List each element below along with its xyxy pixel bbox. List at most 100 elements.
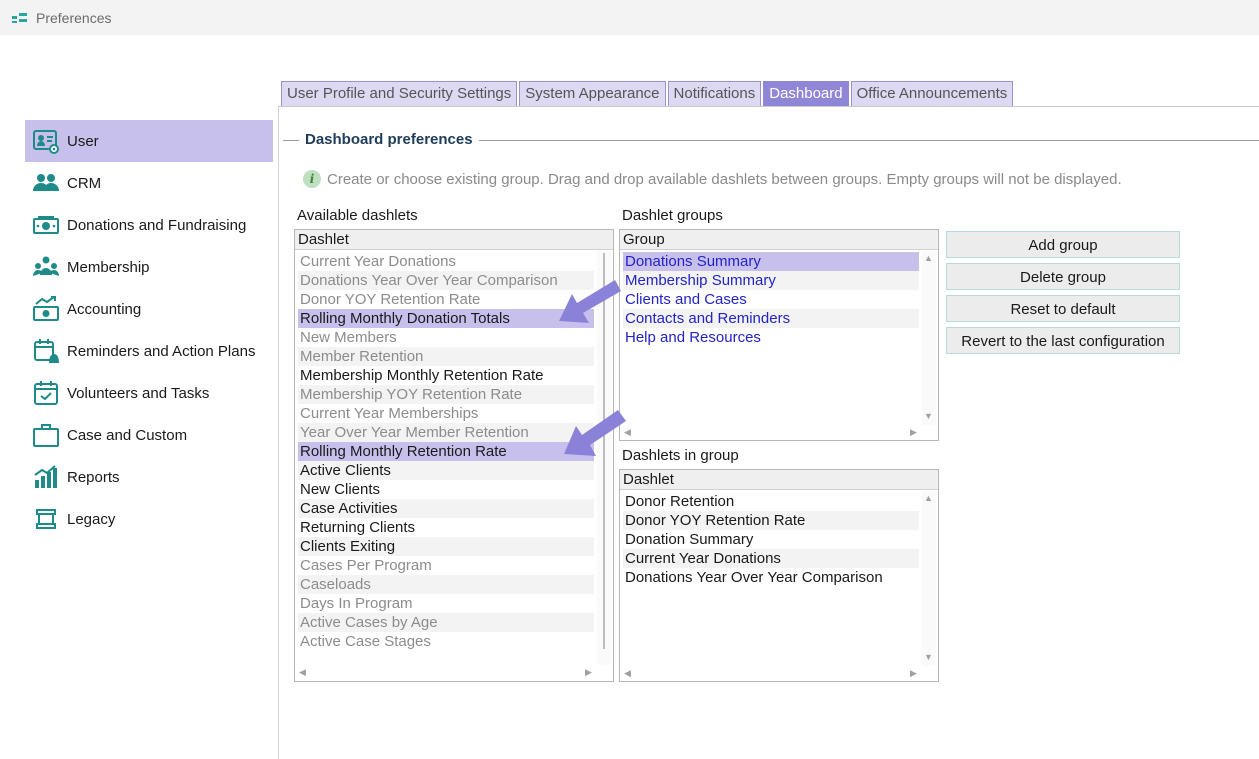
tab-underline	[278, 106, 1259, 107]
title-bar: Preferences	[0, 0, 1259, 35]
list-item[interactable]: Active Case Stages	[298, 632, 594, 651]
info-message: i Create or choose existing group. Drag …	[303, 170, 1122, 188]
dashlets-in-group-list[interactable]: Dashlet Donor Retention Donor YOY Retent…	[619, 469, 939, 682]
bar-chart-icon	[31, 462, 61, 492]
sidebar-item-label: CRM	[67, 174, 102, 192]
tab-user-profile[interactable]: User Profile and Security Settings	[281, 81, 518, 106]
list-item[interactable]: Member Retention	[298, 347, 594, 366]
app-logo-icon	[12, 12, 27, 23]
list-item[interactable]: Case Activities	[298, 499, 594, 518]
list-item[interactable]: Contacts and Reminders	[623, 309, 919, 328]
list-item[interactable]: Active Cases by Age	[298, 613, 594, 632]
money-icon	[31, 210, 61, 240]
sidebar-item-label: Legacy	[67, 510, 116, 528]
sidebar-item-label: Donations and Fundraising	[67, 216, 247, 234]
list-item[interactable]: Current Year Donations	[298, 252, 594, 271]
tab-system-appearance[interactable]: System Appearance	[519, 81, 666, 106]
list-item[interactable]: Caseloads	[298, 575, 594, 594]
horizontal-scrollbar[interactable]: ◀ ▶	[620, 667, 938, 681]
add-group-button[interactable]: Add group	[946, 231, 1180, 258]
column-header-dashlet[interactable]: Dashlet	[620, 470, 938, 490]
list-item[interactable]: Membership YOY Retention Rate	[298, 385, 594, 404]
scroll-icon	[31, 504, 61, 534]
list-item[interactable]: Rolling Monthly Retention Rate	[298, 442, 594, 461]
scroll-left-icon[interactable]: ◀	[299, 667, 306, 678]
sidebar-item-label: Volunteers and Tasks	[67, 384, 210, 402]
list-item[interactable]: Donor YOY Retention Rate	[623, 511, 919, 530]
calendar-bell-icon	[31, 336, 61, 366]
list-item[interactable]: Clients and Cases	[623, 290, 919, 309]
fieldset-border	[283, 140, 299, 141]
scroll-left-icon[interactable]: ◀	[624, 668, 631, 679]
list-item[interactable]: New Clients	[298, 480, 594, 499]
dashlet-groups-list[interactable]: Group Donations Summary Membership Summa…	[619, 229, 939, 441]
tab-dashboard[interactable]: Dashboard	[763, 81, 849, 106]
scroll-up-icon[interactable]: ▲	[924, 493, 933, 503]
scroll-right-icon[interactable]: ▶	[910, 668, 917, 679]
sidebar-item-reminders[interactable]: Reminders and Action Plans	[25, 330, 273, 372]
panel-title: Dashboard preferences	[305, 131, 473, 148]
tab-bar: User Profile and Security Settings Syste…	[281, 81, 1015, 107]
dashlet-groups-label: Dashlet groups	[622, 207, 723, 224]
dashlets-in-group-label: Dashlets in group	[622, 447, 739, 464]
sidebar-item-volunteers[interactable]: Volunteers and Tasks	[25, 372, 273, 414]
vertical-scrollbar[interactable]: ▲ ▼	[922, 491, 936, 666]
list-item[interactable]: Current Year Donations	[623, 549, 919, 568]
sidebar-item-label: Reminders and Action Plans	[67, 342, 256, 360]
list-item[interactable]: Current Year Memberships	[298, 404, 594, 423]
sidebar-item-user[interactable]: User	[25, 120, 273, 162]
horizontal-scrollbar[interactable]: ◀ ▶	[620, 426, 938, 440]
list-item[interactable]: Help and Resources	[623, 328, 919, 347]
fieldset-border	[479, 140, 1259, 141]
info-icon: i	[303, 170, 321, 188]
tab-notifications[interactable]: Notifications	[667, 81, 762, 106]
list-item[interactable]: Returning Clients	[298, 518, 594, 537]
calendar-check-icon	[31, 378, 61, 408]
reset-default-button[interactable]: Reset to default	[946, 295, 1180, 322]
sidebar-item-legacy[interactable]: Legacy	[25, 498, 273, 540]
list-item[interactable]: New Members	[298, 328, 594, 347]
window-title: Preferences	[36, 9, 112, 26]
scroll-right-icon[interactable]: ▶	[585, 667, 592, 678]
user-card-icon	[31, 126, 61, 156]
list-item[interactable]: Days In Program	[298, 594, 594, 613]
list-item[interactable]: Rolling Monthly Donation Totals	[298, 309, 594, 328]
tab-office-announcements[interactable]: Office Announcements	[850, 81, 1014, 106]
revert-config-button[interactable]: Revert to the last configuration	[946, 327, 1180, 354]
briefcase-icon	[31, 420, 61, 450]
list-item[interactable]: Cases Per Program	[298, 556, 594, 575]
sidebar-item-label: Reports	[67, 468, 120, 486]
list-item[interactable]: Year Over Year Member Retention	[298, 423, 594, 442]
available-dashlets-label: Available dashlets	[297, 207, 418, 224]
column-header-dashlet[interactable]: Dashlet	[295, 230, 613, 250]
scroll-down-icon[interactable]: ▼	[924, 652, 933, 662]
list-item[interactable]: Donor YOY Retention Rate	[298, 290, 594, 309]
info-text: Create or choose existing group. Drag an…	[327, 170, 1122, 188]
list-item[interactable]: Donations Year Over Year Comparison	[623, 568, 919, 587]
column-header-group[interactable]: Group	[620, 230, 938, 250]
delete-group-button[interactable]: Delete group	[946, 263, 1180, 290]
sidebar-item-donations[interactable]: Donations and Fundraising	[25, 204, 273, 246]
list-item[interactable]: Active Clients	[298, 461, 594, 480]
horizontal-scrollbar[interactable]: ◀ ▶	[295, 666, 613, 680]
sidebar: User CRM Donations and Fundraising Membe…	[25, 120, 273, 540]
list-item[interactable]: Donations Year Over Year Comparison	[298, 271, 594, 290]
list-item[interactable]: Donation Summary	[623, 530, 919, 549]
sidebar-item-label: Case and Custom	[67, 426, 188, 444]
scroll-right-icon[interactable]: ▶	[910, 427, 917, 438]
sidebar-item-case[interactable]: Case and Custom	[25, 414, 273, 456]
vertical-scrollbar[interactable]: ▲ ▼	[922, 251, 936, 425]
sidebar-item-crm[interactable]: CRM	[25, 162, 273, 204]
sidebar-item-label: Accounting	[67, 300, 142, 318]
callout-arrow-icon	[564, 410, 626, 456]
list-item[interactable]: Donor Retention	[623, 492, 919, 511]
list-item[interactable]: Membership Summary	[623, 271, 919, 290]
scroll-down-icon[interactable]: ▼	[924, 411, 933, 421]
sidebar-item-reports[interactable]: Reports	[25, 456, 273, 498]
sidebar-item-accounting[interactable]: Accounting	[25, 288, 273, 330]
list-item[interactable]: Clients Exiting	[298, 537, 594, 556]
list-item[interactable]: Membership Monthly Retention Rate	[298, 366, 594, 385]
scroll-up-icon[interactable]: ▲	[924, 253, 933, 263]
sidebar-item-membership[interactable]: Membership	[25, 246, 273, 288]
list-item[interactable]: Donations Summary	[623, 252, 919, 271]
